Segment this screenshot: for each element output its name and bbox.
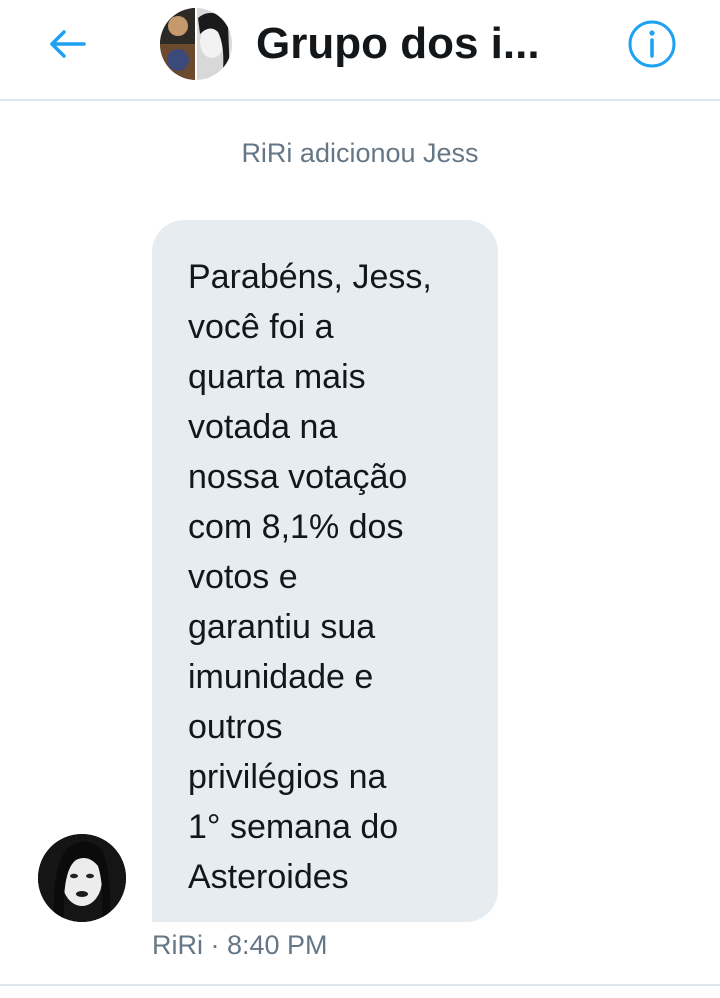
divider [0,984,720,986]
message-text: Parabéns, Jess, você foi a quarta mais v… [188,252,478,902]
message-line: Asteroides [188,858,349,896]
message-bubble[interactable]: Parabéns, Jess, você foi a quarta mais v… [152,220,498,922]
message-line: imunidade e [188,658,374,696]
message-line: quarta mais [188,358,366,396]
sender-avatar[interactable] [38,834,126,922]
info-circle-icon [628,20,676,68]
message-line: votada na [188,408,338,446]
sender-avatar-image [38,834,126,922]
system-message: RiRi adicionou Jess [241,138,479,168]
message-line: Parabéns, Jess, [188,258,432,296]
message-meta: RiRi · 8:40 PM [152,930,328,960]
arrow-left-icon [50,30,86,58]
back-button[interactable] [40,22,96,66]
message-line: com 8,1% dos [188,508,404,546]
info-button[interactable] [626,18,678,70]
message-line: outros [188,708,283,746]
group-avatar-image [160,8,232,80]
message-line: 1° semana do [188,808,399,846]
conversation-header: Grupo dos i... [0,0,720,101]
message-line: votos e [188,558,298,596]
group-avatar[interactable] [160,8,232,80]
message-line: privilégios na [188,758,387,796]
message-line: você foi a [188,308,334,346]
message-line: nossa votação [188,458,408,496]
message-line: garantiu sua [188,608,376,646]
conversation-title[interactable]: Grupo dos i... [256,16,540,72]
